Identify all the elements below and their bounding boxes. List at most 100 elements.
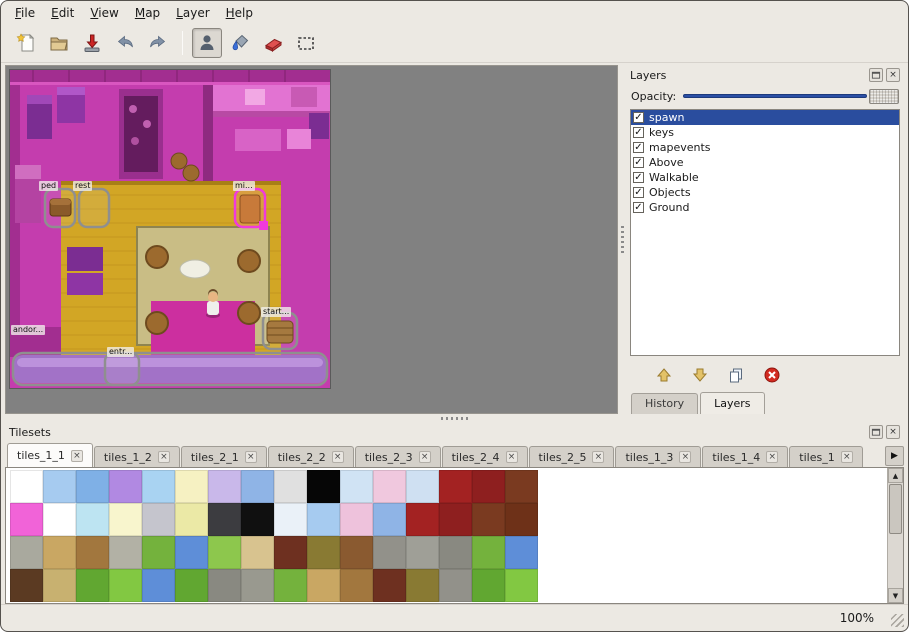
raise-layer-button[interactable]: [652, 363, 676, 387]
layer-visibility-checkbox[interactable]: ✓: [633, 112, 644, 123]
tileset-tile[interactable]: [472, 470, 505, 503]
tileset-tab-close-icon[interactable]: ×: [158, 451, 170, 463]
tileset-tile[interactable]: [439, 536, 472, 569]
tileset-tile[interactable]: [10, 503, 43, 536]
tileset-tile[interactable]: [241, 503, 274, 536]
layer-visibility-checkbox[interactable]: ✓: [633, 142, 644, 153]
menu-edit[interactable]: Edit: [43, 3, 82, 23]
tileset-tab-close-icon[interactable]: ×: [592, 451, 604, 463]
menu-help[interactable]: Help: [218, 3, 261, 23]
tileset-tile[interactable]: [175, 569, 208, 602]
tileset-tab-close-icon[interactable]: ×: [841, 451, 853, 463]
tileset-tile[interactable]: [307, 503, 340, 536]
tileset-tab-tiles_2_2[interactable]: tiles_2_2×: [268, 446, 354, 467]
tileset-tile[interactable]: [340, 503, 373, 536]
tileset-tile[interactable]: [406, 569, 439, 602]
new-file-button[interactable]: [11, 28, 41, 58]
tileset-tile[interactable]: [439, 470, 472, 503]
tileset-scrollbar[interactable]: ▲ ▼: [887, 468, 903, 603]
undo-button[interactable]: [110, 28, 140, 58]
tileset-tile[interactable]: [472, 503, 505, 536]
tileset-tile[interactable]: [241, 470, 274, 503]
tileset-tile[interactable]: [109, 503, 142, 536]
scrollbar-thumb[interactable]: [889, 484, 902, 534]
tileset-tab-tiles_1_1[interactable]: tiles_1_1×: [7, 443, 93, 467]
opacity-slider-handle[interactable]: [869, 89, 899, 104]
float-panel-button[interactable]: [869, 425, 883, 439]
tileset-tile[interactable]: [208, 569, 241, 602]
dock-tab-layers[interactable]: Layers: [700, 392, 764, 414]
tileset-tile[interactable]: [43, 569, 76, 602]
redo-button[interactable]: [143, 28, 173, 58]
tileset-tile[interactable]: [10, 569, 43, 602]
map-canvas[interactable]: pedrestmi...start...andor...entr...: [5, 65, 618, 414]
tileset-tab-close-icon[interactable]: ×: [766, 451, 778, 463]
layer-row-keys[interactable]: ✓keys: [631, 125, 899, 140]
layer-visibility-checkbox[interactable]: ✓: [633, 157, 644, 168]
layer-visibility-checkbox[interactable]: ✓: [633, 187, 644, 198]
layer-row-objects[interactable]: ✓Objects: [631, 185, 899, 200]
tileset-tile[interactable]: [505, 569, 538, 602]
tileset-tile[interactable]: [505, 470, 538, 503]
tileset-tile[interactable]: [472, 569, 505, 602]
stamp-tool-button[interactable]: [192, 28, 222, 58]
tileset-tile[interactable]: [76, 569, 109, 602]
tileset-tile[interactable]: [43, 503, 76, 536]
layer-visibility-checkbox[interactable]: ✓: [633, 202, 644, 213]
tileset-tile[interactable]: [472, 536, 505, 569]
tileset-tile[interactable]: [274, 470, 307, 503]
close-panel-button[interactable]: ×: [886, 68, 900, 82]
tileset-tile[interactable]: [373, 503, 406, 536]
tileset-tile[interactable]: [340, 569, 373, 602]
tileset-tile[interactable]: [307, 470, 340, 503]
tileset-tab-close-icon[interactable]: ×: [71, 450, 83, 462]
tileset-tile[interactable]: [43, 536, 76, 569]
tileset-tab-close-icon[interactable]: ×: [506, 451, 518, 463]
tileset-tile[interactable]: [43, 470, 76, 503]
scrollbar-track[interactable]: [888, 483, 903, 588]
tileset-tab-tiles_1_2[interactable]: tiles_1_2×: [94, 446, 180, 467]
tileset-tab-tiles_2_4[interactable]: tiles_2_4×: [442, 446, 528, 467]
fill-tool-button[interactable]: [225, 28, 255, 58]
tileset-tile[interactable]: [109, 470, 142, 503]
scroll-up-button[interactable]: ▲: [888, 468, 903, 483]
close-panel-button[interactable]: ×: [886, 425, 900, 439]
layer-row-above[interactable]: ✓Above: [631, 155, 899, 170]
dock-tab-history[interactable]: History: [631, 393, 698, 414]
layer-visibility-checkbox[interactable]: ✓: [633, 127, 644, 138]
tileset-tab-tiles_2_3[interactable]: tiles_2_3×: [355, 446, 441, 467]
eraser-tool-button[interactable]: [258, 28, 288, 58]
tileset-tile[interactable]: [208, 470, 241, 503]
select-tool-button[interactable]: [291, 28, 321, 58]
tileset-tile[interactable]: [109, 536, 142, 569]
tileset-tile[interactable]: [406, 470, 439, 503]
tileset-tile[interactable]: [10, 470, 43, 503]
tileset-tile[interactable]: [373, 470, 406, 503]
tileset-tile[interactable]: [175, 470, 208, 503]
horizontal-splitter[interactable]: [1, 414, 908, 422]
vertical-splitter[interactable]: [618, 65, 626, 414]
tileset-tab-close-icon[interactable]: ×: [245, 451, 257, 463]
delete-layer-button[interactable]: [760, 363, 784, 387]
tileset-tile[interactable]: [208, 536, 241, 569]
open-file-button[interactable]: [44, 28, 74, 58]
tileset-tile[interactable]: [142, 536, 175, 569]
tileset-tab-tiles_1_4[interactable]: tiles_1_4×: [702, 446, 788, 467]
tileset-tab-close-icon[interactable]: ×: [332, 451, 344, 463]
tileset-tile[interactable]: [241, 569, 274, 602]
tileset-tile[interactable]: [406, 536, 439, 569]
tileset-tile[interactable]: [76, 470, 109, 503]
tileset-tile[interactable]: [76, 503, 109, 536]
tileset-tile[interactable]: [10, 536, 43, 569]
tileset-tab-tiles_1[interactable]: tiles_1×: [789, 446, 862, 467]
tileset-tile[interactable]: [76, 536, 109, 569]
menu-file[interactable]: File: [7, 3, 43, 23]
tileset-tab-close-icon[interactable]: ×: [419, 451, 431, 463]
layer-row-ground[interactable]: ✓Ground: [631, 200, 899, 215]
scroll-down-button[interactable]: ▼: [888, 588, 903, 603]
resize-grip[interactable]: [891, 614, 904, 627]
tileset-tile[interactable]: [274, 536, 307, 569]
tileset-tile[interactable]: [142, 503, 175, 536]
tileset-tile[interactable]: [373, 569, 406, 602]
tileset-tile[interactable]: [175, 536, 208, 569]
